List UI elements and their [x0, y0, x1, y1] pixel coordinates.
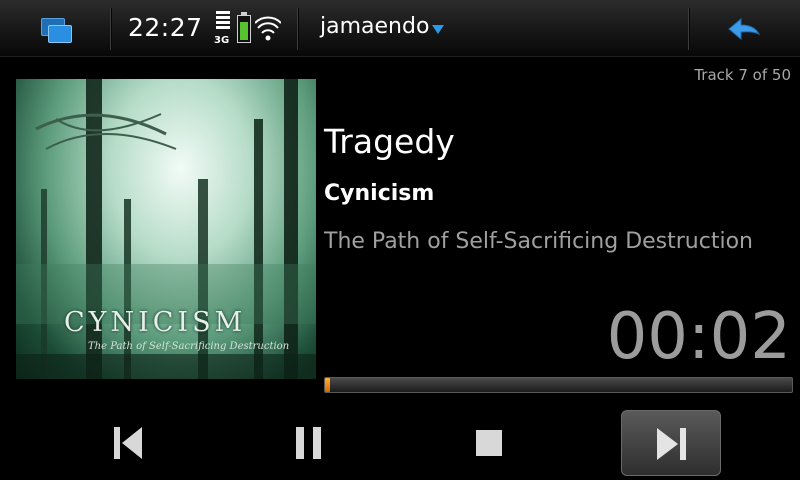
signal-strength-icon: 3G [212, 11, 234, 47]
album-name: The Path of Self-Sacrificing Destruction [324, 229, 753, 254]
pause-button[interactable] [258, 410, 358, 476]
elapsed-time: 00:02 [606, 300, 791, 374]
status-bar: 22:27 3G jamaendo [0, 0, 800, 57]
progress-fill [325, 378, 330, 392]
dropdown-arrow-icon [432, 25, 444, 34]
song-title: Tragedy [324, 122, 455, 161]
stop-button[interactable] [438, 410, 538, 476]
progress-bar[interactable] [324, 377, 793, 393]
previous-icon [114, 427, 142, 459]
stop-icon [476, 430, 502, 456]
player-screen: 22:27 3G jamaendo Track 7 of 50 CYNICISM… [0, 0, 800, 480]
divider [297, 8, 298, 50]
next-icon [657, 428, 686, 460]
artist-name: Cynicism [324, 181, 435, 206]
next-button[interactable] [621, 410, 721, 476]
app-title: jamaendo [320, 14, 430, 39]
battery-level [240, 22, 248, 40]
album-cover: CYNICISM The Path of Self-Sacrificing De… [16, 79, 316, 379]
network-type: 3G [214, 35, 230, 46]
divider [688, 8, 689, 50]
previous-button[interactable] [78, 410, 178, 476]
cover-album-text: The Path of Self-Sacrificing Destruction [88, 341, 290, 352]
battery-icon [237, 12, 251, 43]
task-switcher-button[interactable] [28, 8, 84, 50]
divider [110, 8, 111, 50]
back-arrow-icon[interactable] [716, 12, 772, 46]
wifi-icon [255, 16, 281, 41]
clock: 22:27 [128, 13, 203, 42]
cover-band-text: CYNICISM [64, 307, 247, 338]
pause-icon [296, 427, 321, 459]
track-position: Track 7 of 50 [694, 66, 791, 84]
